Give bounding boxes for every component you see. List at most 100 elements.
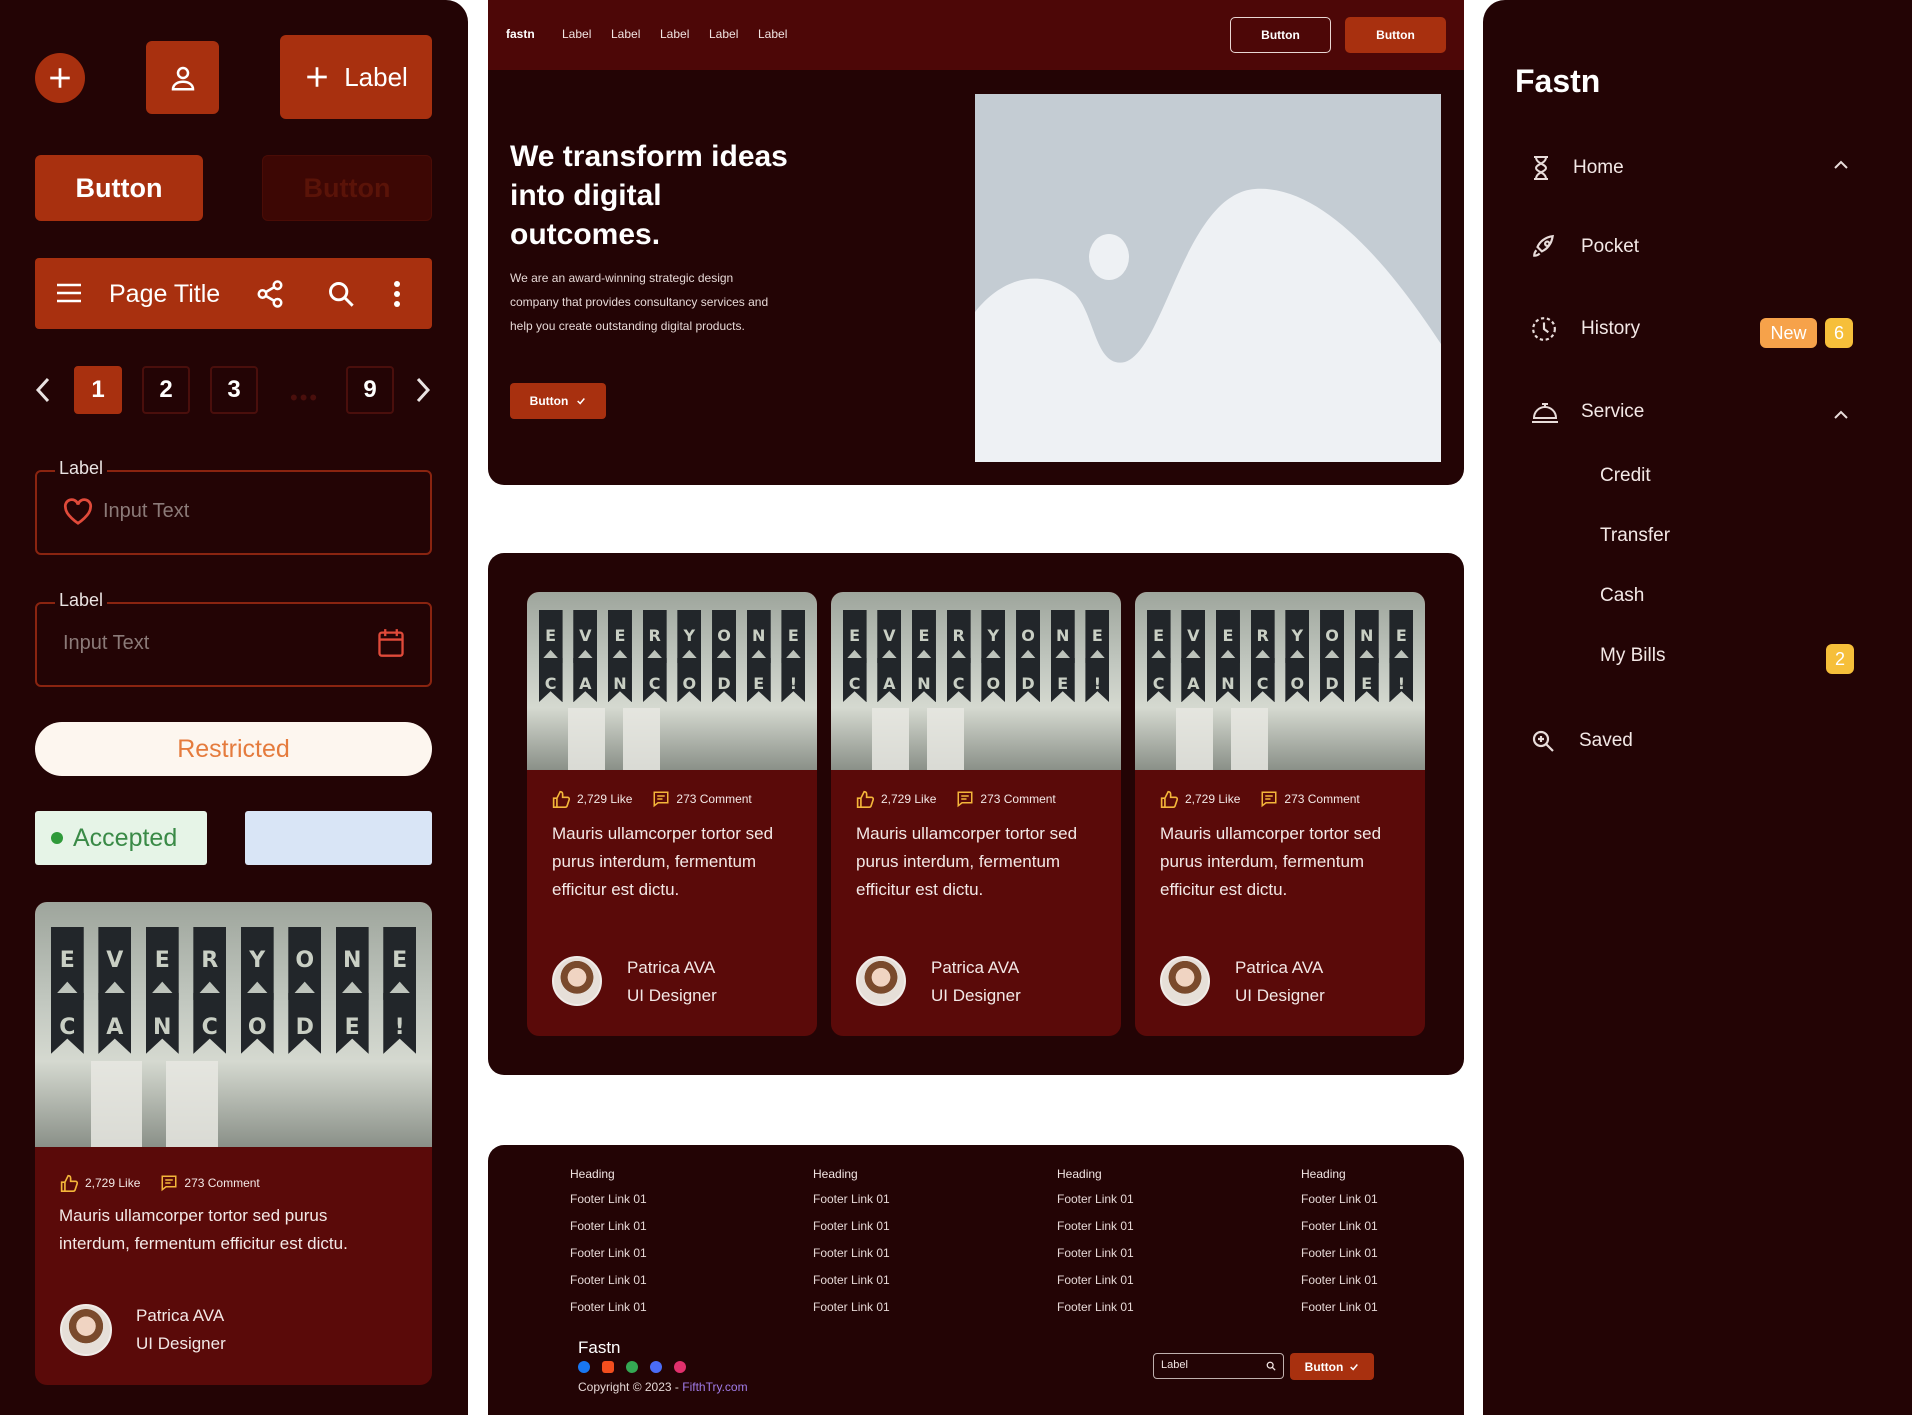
footer-link[interactable]: Footer Link 01: [813, 1192, 890, 1219]
footer-column: Heading Footer Link 01 Footer Link 01 Fo…: [813, 1167, 890, 1327]
footer-link[interactable]: Footer Link 01: [1301, 1273, 1378, 1300]
post-card[interactable]: E V E R Y O N E C A N C O D E! 2,729 Like 273 Comment …: [527, 592, 817, 1036]
footer-column: Heading Footer Link 01 Footer Link 01 Fo…: [1057, 1167, 1134, 1327]
nav-link-1[interactable]: Label: [562, 27, 591, 41]
bunting-flag: C: [1250, 657, 1275, 703]
bunting-banner: EVERYONE: [1146, 609, 1414, 664]
footer-link[interactable]: Footer Link 01: [1301, 1192, 1378, 1219]
nav-link-5[interactable]: Label: [758, 27, 787, 41]
sidebar-subitem-cash[interactable]: Cash: [1600, 585, 1644, 607]
bunting-flag: D: [712, 657, 737, 703]
footer-link[interactable]: Footer Link 01: [570, 1219, 647, 1246]
comments-count: 273 Comment: [676, 792, 752, 806]
bunting-flag: E: [335, 992, 369, 1054]
footer-submit-button[interactable]: Button: [1290, 1353, 1374, 1380]
primary-button[interactable]: Button: [35, 155, 203, 221]
messenger-icon[interactable]: [650, 1361, 662, 1373]
chevron-right-icon[interactable]: [413, 376, 433, 404]
footer-link[interactable]: Footer Link 01: [1057, 1300, 1134, 1327]
footer-input[interactable]: Label: [1153, 1353, 1284, 1379]
comments-count: 273 Comment: [1284, 792, 1360, 806]
figma-icon[interactable]: [602, 1361, 614, 1373]
date-text-field[interactable]: Label Input Text: [35, 590, 432, 687]
footer-link[interactable]: Footer Link 01: [570, 1300, 647, 1327]
favorite-text-field[interactable]: Label Input Text: [35, 458, 432, 555]
bunting-flag: N: [607, 657, 632, 703]
comments-count: 273 Comment: [980, 792, 1056, 806]
bunting-flag: E: [842, 609, 867, 664]
chevron-up-icon[interactable]: [1833, 410, 1849, 420]
hero-cta-button[interactable]: Button: [510, 383, 606, 419]
footer-link[interactable]: Footer Link 01: [813, 1219, 890, 1246]
footer-link[interactable]: Footer Link 01: [1057, 1219, 1134, 1246]
bunting-flag: E: [746, 657, 771, 703]
post-card[interactable]: E V E R Y O N E C A N C O D E! 2,729 Like 273 Comment …: [831, 592, 1121, 1036]
sidebar-item-pocket[interactable]: Pocket: [1531, 234, 1639, 260]
nav-primary-button[interactable]: Button: [1345, 17, 1446, 53]
sidebar-subitem-credit[interactable]: Credit: [1600, 465, 1651, 487]
copyright: Copyright © 2023 - FifthTry.com: [578, 1380, 748, 1394]
facebook-icon[interactable]: [578, 1361, 590, 1373]
search-icon[interactable]: [1266, 1361, 1276, 1371]
footer-link[interactable]: Footer Link 01: [1057, 1246, 1134, 1273]
google-icon[interactable]: [626, 1361, 638, 1373]
page-button-1[interactable]: 1: [74, 366, 122, 414]
bunting-flag: E: [383, 926, 417, 1000]
bunting-flag: D: [1016, 657, 1041, 703]
copyright-text: Copyright © 2023 -: [578, 1380, 683, 1394]
pagination-ellipsis: •••: [290, 385, 320, 410]
dribbble-icon[interactable]: [674, 1361, 686, 1373]
footer-link[interactable]: Footer Link 01: [1057, 1273, 1134, 1300]
footer-link[interactable]: Footer Link 01: [1057, 1192, 1134, 1219]
calendar-icon[interactable]: [377, 628, 405, 658]
label-button-text: Label: [344, 61, 408, 92]
footer-heading: Heading: [1057, 1167, 1102, 1181]
share-icon[interactable]: [255, 279, 285, 309]
footer-link[interactable]: Footer Link 01: [813, 1300, 890, 1327]
footer-link[interactable]: Footer Link 01: [570, 1192, 647, 1219]
footer-link[interactable]: Footer Link 01: [813, 1246, 890, 1273]
logo[interactable]: fastn: [506, 27, 535, 41]
post-card[interactable]: E V E R Y O N E C A N C O D E! 2,729 Like 273 Comment …: [1135, 592, 1425, 1036]
author-info: Patrica AVA UI Designer: [136, 1302, 226, 1358]
nav-outline-button[interactable]: Button: [1230, 17, 1331, 53]
page-button-9[interactable]: 9: [346, 366, 394, 414]
footer-link[interactable]: Footer Link 01: [1301, 1219, 1378, 1246]
sidebar-item-history[interactable]: History: [1531, 316, 1640, 342]
nav-link-4[interactable]: Label: [709, 27, 738, 41]
sidebar-item-service[interactable]: Service: [1531, 401, 1644, 423]
add-fab-button[interactable]: [35, 53, 85, 103]
bunting-flag: C: [842, 657, 867, 703]
footer-link[interactable]: Footer Link 01: [1301, 1300, 1378, 1327]
sidebar-item-saved[interactable]: Saved: [1531, 729, 1633, 753]
footer-link[interactable]: Footer Link 01: [1301, 1246, 1378, 1273]
bunting-flag: !: [781, 657, 806, 703]
page-button-2[interactable]: 2: [142, 366, 190, 414]
nav-link-2[interactable]: Label: [611, 27, 640, 41]
bunting-flag: Y: [677, 609, 702, 664]
comments-count: 273 Comment: [184, 1176, 260, 1190]
post-card[interactable]: E V E R Y O N E C A N C O D E! 2,729 Like 273 Comment …: [35, 902, 432, 1385]
chevron-left-icon[interactable]: [33, 376, 53, 404]
sidebar-subitem-transfer[interactable]: Transfer: [1600, 525, 1670, 547]
menu-icon[interactable]: [55, 281, 83, 305]
copyright-link[interactable]: FifthTry.com: [682, 1380, 747, 1394]
user-button[interactable]: [146, 41, 219, 114]
footer-link[interactable]: Footer Link 01: [570, 1273, 647, 1300]
footer-link[interactable]: Footer Link 01: [570, 1246, 647, 1273]
likes-count: 2,729 Like: [881, 792, 937, 806]
sidebar: Fastn Home Pocket History New 6 Service …: [1483, 0, 1912, 1415]
add-label-button[interactable]: Label: [280, 35, 432, 119]
search-icon[interactable]: [327, 280, 355, 308]
plus-icon: [50, 68, 70, 88]
more-vertical-icon[interactable]: [393, 280, 401, 308]
sidebar-item-home[interactable]: Home: [1531, 155, 1624, 181]
sidebar-subitem-bills[interactable]: My Bills: [1600, 645, 1665, 667]
avatar: [856, 956, 906, 1006]
chevron-up-icon[interactable]: [1833, 160, 1849, 170]
footer-link[interactable]: Footer Link 01: [813, 1273, 890, 1300]
bunting-flag: E: [1050, 657, 1075, 703]
nav-link-3[interactable]: Label: [660, 27, 689, 41]
bunting-flag: E: [607, 609, 632, 664]
page-button-3[interactable]: 3: [210, 366, 258, 414]
